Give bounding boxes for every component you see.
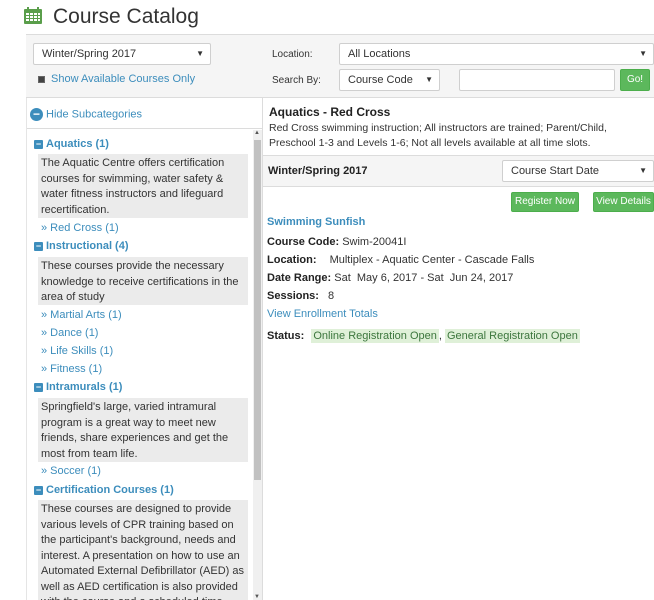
category-certification[interactable]: − Certification Courses (1) bbox=[34, 484, 174, 496]
category-aquatics-desc: The Aquatic Centre offers certification … bbox=[38, 154, 248, 218]
course-location-row: Location: Multiplex - Aquatic Center - C… bbox=[267, 254, 534, 266]
sort-select-value: Course Start Date bbox=[511, 165, 600, 177]
status-separator: , bbox=[438, 330, 442, 342]
sort-select[interactable]: Course Start Date ▼ bbox=[502, 160, 654, 182]
course-code-value: Swim-20041I bbox=[342, 236, 407, 248]
subcategory-fitness[interactable]: » Fitness (1) bbox=[41, 363, 102, 375]
page-header: Course Catalog bbox=[0, 0, 654, 34]
register-now-button[interactable]: Register Now bbox=[511, 192, 579, 212]
course-sessions-row: Sessions: 8 bbox=[267, 290, 334, 302]
category-sidebar: − Hide Subcategories − Aquatics (1) The Aq… bbox=[26, 98, 263, 600]
hide-subcategories-toggle[interactable]: − Hide Subcategories bbox=[30, 108, 142, 121]
term-bar: Winter/Spring 2017 Course Start Date ▼ bbox=[263, 155, 654, 187]
go-button[interactable]: Go! bbox=[620, 69, 650, 91]
category-intramurals[interactable]: − Intramurals (1) bbox=[34, 381, 122, 393]
show-available-label[interactable]: Show Available Courses Only bbox=[51, 73, 195, 85]
scroll-down-icon[interactable]: ▼ bbox=[254, 594, 260, 600]
location-label: Location: bbox=[272, 49, 313, 60]
category-certification-label[interactable]: Certification Courses (1) bbox=[46, 484, 174, 496]
category-aquatics[interactable]: − Aquatics (1) bbox=[34, 138, 109, 150]
chevron-down-icon: ▼ bbox=[639, 49, 647, 58]
calendar-icon bbox=[24, 7, 42, 24]
subcategory-dance[interactable]: » Dance (1) bbox=[41, 327, 98, 339]
search-by-select[interactable]: Course Code ▼ bbox=[339, 69, 440, 91]
collapse-icon[interactable]: − bbox=[34, 241, 43, 251]
search-by-select-value: Course Code bbox=[348, 74, 413, 86]
page-title: Course Catalog bbox=[53, 5, 199, 28]
term-select[interactable]: Winter/Spring 2017 ▼ bbox=[33, 43, 211, 65]
course-status-row: Status: Online Registration Open, Genera… bbox=[267, 329, 580, 343]
course-code-label: Course Code: bbox=[267, 236, 340, 248]
chevron-down-icon: ▼ bbox=[196, 49, 204, 58]
show-available-toggle[interactable]: Show Available Courses Only bbox=[38, 73, 195, 85]
view-enrollment-link[interactable]: View Enrollment Totals bbox=[267, 308, 378, 320]
course-date-row: Date Range: Sat May 6, 2017 - Sat Jun 24… bbox=[267, 272, 513, 284]
course-sessions-value: 8 bbox=[328, 290, 335, 302]
view-details-button[interactable]: View Details bbox=[593, 192, 654, 212]
course-location-label: Location: bbox=[267, 254, 317, 266]
sidebar-scrollbar[interactable]: ▲ ▼ bbox=[253, 130, 262, 600]
search-input[interactable] bbox=[459, 69, 615, 91]
status-general-badge: General Registration Open bbox=[444, 329, 580, 343]
category-instructional[interactable]: − Instructional (4) bbox=[34, 240, 129, 252]
minus-circle-icon: − bbox=[30, 108, 43, 121]
checkbox-icon[interactable] bbox=[38, 75, 45, 83]
course-location-value: Multiplex - Aquatic Center - Cascade Fal… bbox=[329, 254, 535, 266]
course-status-label: Status: bbox=[267, 330, 305, 342]
status-online-badge: Online Registration Open bbox=[311, 329, 439, 343]
course-date-label: Date Range: bbox=[267, 272, 332, 284]
term-select-value: Winter/Spring 2017 bbox=[42, 48, 137, 60]
main-content: Aquatics - Red Cross Red Cross swimming … bbox=[263, 98, 654, 600]
category-certification-desc: These courses are designed to provide va… bbox=[38, 500, 248, 600]
scroll-up-icon[interactable]: ▲ bbox=[254, 130, 260, 136]
location-select[interactable]: All Locations ▼ bbox=[339, 43, 654, 65]
location-select-value: All Locations bbox=[348, 48, 411, 60]
subcategory-martial-arts[interactable]: » Martial Arts (1) bbox=[41, 309, 122, 321]
scrollbar-thumb[interactable] bbox=[254, 140, 261, 480]
filter-panel: Winter/Spring 2017 ▼ Show Available Cour… bbox=[26, 34, 654, 98]
chevron-down-icon: ▼ bbox=[425, 75, 433, 84]
category-instructional-label[interactable]: Instructional (4) bbox=[46, 240, 129, 252]
course-name-link[interactable]: Swimming Sunfish bbox=[267, 216, 365, 228]
collapse-icon[interactable]: − bbox=[34, 139, 43, 149]
category-description: Red Cross swimming instruction; All inst… bbox=[269, 122, 607, 149]
category-aquatics-label[interactable]: Aquatics (1) bbox=[46, 138, 109, 150]
category-title: Aquatics - Red Cross bbox=[269, 105, 391, 119]
term-label: Winter/Spring 2017 bbox=[268, 165, 368, 177]
chevron-down-icon: ▼ bbox=[639, 166, 647, 175]
subcategory-soccer[interactable]: » Soccer (1) bbox=[41, 465, 101, 477]
search-by-label: Search By: bbox=[272, 75, 321, 86]
hide-subcategories-label[interactable]: Hide Subcategories bbox=[46, 108, 142, 120]
course-code-row: Course Code: Swim-20041I bbox=[267, 236, 406, 248]
sidebar-divider bbox=[27, 128, 262, 129]
collapse-icon[interactable]: − bbox=[34, 382, 43, 392]
course-date-value: Sat May 6, 2017 - Sat Jun 24, 2017 bbox=[334, 272, 514, 284]
category-intramurals-label[interactable]: Intramurals (1) bbox=[46, 381, 122, 393]
course-sessions-label: Sessions: bbox=[267, 290, 319, 302]
category-instructional-desc: These courses provide the necessary know… bbox=[38, 257, 248, 305]
collapse-icon[interactable]: − bbox=[34, 485, 43, 495]
subcategory-red-cross[interactable]: » Red Cross (1) bbox=[41, 222, 119, 234]
subcategory-life-skills[interactable]: » Life Skills (1) bbox=[41, 345, 113, 357]
category-intramurals-desc: Springfield's large, varied intramural p… bbox=[38, 398, 248, 462]
